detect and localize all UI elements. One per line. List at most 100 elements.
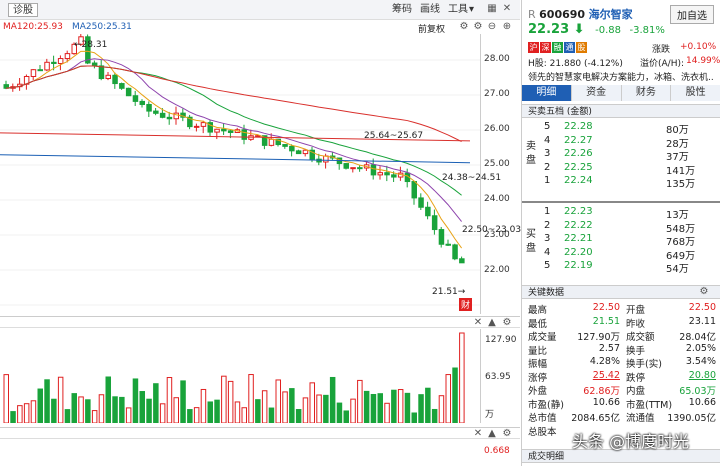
premium-value: 14.99%	[686, 56, 720, 66]
tab-character[interactable]: 股性	[671, 85, 720, 101]
key-data-label: 量比	[528, 345, 548, 357]
sell-level-p: 22.28	[564, 121, 593, 132]
sell-level[interactable]: 5 22.28 80万	[536, 121, 716, 136]
tools-caret-icon[interactable]: ▾	[469, 3, 474, 17]
buy-level[interactable]: 5 22.19 54万	[536, 260, 716, 275]
settings-icon[interactable]: ⚙	[458, 21, 470, 33]
key-data-label: 总市值	[528, 413, 557, 424]
volume-chart[interactable]	[0, 329, 480, 423]
indicator-close-icon[interactable]: ✕	[472, 428, 484, 440]
chips-button[interactable]: 筹码	[392, 3, 412, 17]
candle	[200, 122, 207, 127]
sell-level[interactable]: 3 22.26 37万	[536, 148, 716, 163]
sell-level[interactable]: 2 22.25 141万	[536, 162, 716, 177]
sell-level[interactable]: 4 22.27 28万	[536, 134, 716, 150]
volume-up-icon[interactable]: ▲	[486, 317, 498, 329]
buy-level-p: 22.20	[564, 246, 593, 258]
key-data-label: 流通值	[626, 413, 655, 424]
key-data-label: 成交额	[626, 332, 655, 343]
candle	[343, 163, 349, 169]
key-data-value: 21.51	[592, 315, 620, 327]
candlestick-chart[interactable]	[0, 34, 480, 314]
indicator-chart[interactable]	[0, 440, 480, 466]
tab-detail[interactable]: 明细	[522, 85, 572, 101]
key-data-value: 22.50	[592, 302, 620, 313]
price-axis-label: 28.00	[484, 54, 510, 64]
volume-bar	[125, 407, 132, 423]
candle	[125, 87, 132, 97]
sell-level-p: 22.26	[564, 148, 593, 159]
key-data-settings-icon[interactable]: ⚙	[698, 286, 710, 298]
volume-bar	[51, 398, 57, 423]
price-axis-label: 24.00	[484, 194, 510, 204]
buy-side-label: 买盘	[526, 229, 536, 254]
stock-prefix: R	[528, 8, 536, 21]
key-data-label: 涨停	[528, 372, 548, 384]
volume-panel-header: ✕ ▲ ⚙	[0, 316, 520, 328]
candle	[57, 58, 64, 64]
indicator-value: 0.668	[484, 446, 510, 456]
key-data-label: 成交量	[528, 332, 557, 343]
candle	[159, 112, 166, 118]
buy-level[interactable]: 2 22.22 548万	[536, 219, 716, 235]
candle	[302, 149, 309, 155]
volume-bar	[289, 388, 295, 423]
buy-level[interactable]: 4 22.20 649万	[536, 246, 716, 262]
candle	[438, 229, 445, 245]
close-icon[interactable]: ✕	[501, 3, 513, 15]
sell-level[interactable]: 1 22.24 135万	[536, 175, 716, 190]
volume-bar	[377, 393, 383, 423]
premium-label: 溢价(A/H):	[640, 59, 685, 69]
volume-bar	[37, 388, 43, 423]
draw-line-button[interactable]: 画线	[420, 3, 440, 17]
key-data-value: 1390.05亿	[667, 413, 716, 424]
key-data-label: 跌停	[626, 372, 646, 384]
sell-level-n: 4	[544, 134, 551, 146]
tools-button[interactable]: 工具	[448, 3, 468, 17]
key-data-value: 62.86万	[583, 386, 620, 397]
candle	[411, 181, 417, 199]
key-data-label: 内盘	[626, 386, 646, 397]
key-data-value: 2084.65亿	[571, 413, 620, 424]
market-flag: 融	[552, 42, 563, 53]
market-flag: 沪	[528, 42, 539, 53]
volume-close-icon[interactable]: ✕	[472, 317, 484, 329]
stock-code: 600690	[539, 8, 586, 21]
volume-bar	[159, 403, 166, 423]
indicator-panel-header: ✕ ▲ ⚙	[0, 427, 520, 439]
finance-tag[interactable]: 财	[459, 298, 473, 311]
diagnose-button[interactable]: 诊股	[8, 3, 38, 17]
buy-level[interactable]: 1 22.23 13万	[536, 206, 716, 221]
volume-bar	[64, 409, 71, 423]
candle	[64, 53, 71, 60]
volume-bar	[357, 379, 363, 423]
company-desc: 领先的智慧家电解决方案能力，冰箱、洗衣机...	[528, 73, 714, 82]
key-data-row: 外盘 62.86万 内盘 65.03万	[528, 383, 718, 397]
candle	[391, 174, 397, 178]
volume-bar	[370, 393, 377, 423]
maximize-icon[interactable]: ⊕	[501, 21, 513, 33]
candle	[119, 83, 125, 89]
volume-settings-icon[interactable]: ⚙	[501, 317, 513, 329]
book-divider	[522, 201, 720, 203]
buy-level-p: 22.22	[564, 219, 593, 231]
volume-bar	[200, 388, 207, 423]
minimize-icon[interactable]: ⊖	[486, 21, 498, 33]
buy-level-n: 5	[544, 260, 551, 271]
volume-axis-max: 127.90	[485, 335, 517, 345]
buy-level[interactable]: 3 22.21 768万	[536, 233, 716, 248]
indicator-settings-icon[interactable]: ⚙	[501, 428, 513, 440]
grid-icon[interactable]: ▦	[486, 3, 498, 15]
candle	[350, 167, 356, 170]
resistance-label-2: 24.38~24.51	[442, 173, 502, 183]
tab-capital[interactable]: 资金	[571, 85, 622, 101]
key-data-value: 2.57	[598, 342, 620, 354]
gear-icon[interactable]: ⚙	[472, 21, 484, 33]
key-data-label: 外盘	[528, 386, 548, 397]
market-flag: 股	[576, 42, 587, 53]
indicator-up-icon[interactable]: ▲	[486, 428, 498, 440]
tab-finance[interactable]: 财务	[621, 85, 672, 101]
detail-tabs: 明细 资金 财务 股性	[522, 85, 720, 101]
volume-bar	[282, 391, 288, 423]
volume-bar	[404, 392, 411, 423]
